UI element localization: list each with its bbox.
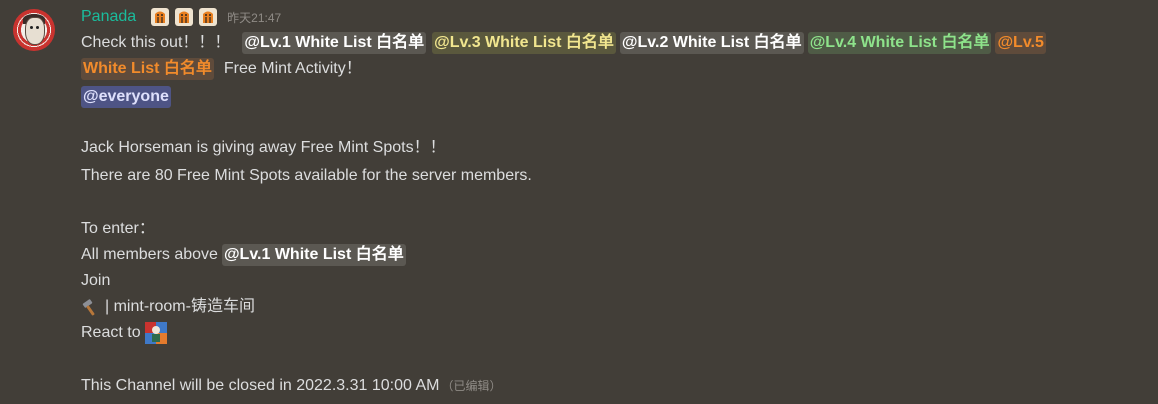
horse-badge-icon[interactable] <box>198 7 218 27</box>
react-line: React to <box>81 322 167 344</box>
react-text: React to <box>81 324 141 341</box>
channel-line: | mint-room-铸造车间 <box>81 296 255 318</box>
role-mention-lv5-part2[interactable]: White List 白名单 <box>81 58 214 80</box>
horse-badge-icon[interactable] <box>150 7 170 27</box>
message-timestamp[interactable]: 昨天21:47 <box>227 9 281 26</box>
user-avatar[interactable] <box>13 9 55 51</box>
message-paragraph-line: Jack Horseman is giving away Free Mint S… <box>81 137 446 159</box>
chat-message: Panada 昨天21:47 Check this out！！！ @Lv.1 W… <box>0 0 1158 404</box>
join-text: Join <box>81 272 111 289</box>
role-mention-lv1[interactable]: @Lv.1 White List 白名单 <box>242 32 427 54</box>
role-mention-lv2[interactable]: @Lv.2 White List 白名单 <box>619 32 804 54</box>
role-mention-lv3[interactable]: @Lv.3 White List 白名单 <box>432 32 616 54</box>
message-line-1: Check this out！！！ @Lv.1 White List 白名单 @… <box>81 32 1046 54</box>
closing-text: This Channel will be closed in 2022.3.31… <box>81 377 440 394</box>
username[interactable]: Panada <box>81 8 136 26</box>
hammer-icon <box>82 299 95 316</box>
custom-emoji-icon[interactable] <box>144 322 167 344</box>
enter-title: To enter： <box>81 218 155 240</box>
avatar-eye <box>36 26 39 29</box>
horse-badge-icon[interactable] <box>174 7 194 27</box>
message-paragraph-line: There are 80 Free Mint Spots available f… <box>81 165 532 187</box>
role-mention-lv4[interactable]: @Lv.4 White List 白名单 <box>807 32 992 54</box>
free-mint-activity-text: Free Mint Activity！ <box>223 60 362 77</box>
message-line-3: @everyone <box>81 86 171 108</box>
members-line: All members above @Lv.1 White List 白名单 <box>81 244 406 266</box>
members-prefix: All members above <box>81 246 218 263</box>
role-mention-lv5-part1[interactable]: @Lv.5 <box>995 32 1046 54</box>
closing-line: This Channel will be closed in 2022.3.31… <box>81 375 501 397</box>
giveaway-line: Jack Horseman is giving away Free Mint S… <box>81 139 446 156</box>
edited-label: （已编辑） <box>441 379 502 393</box>
avatar-eye <box>30 26 33 29</box>
message-header: Panada 昨天21:47 <box>81 5 281 29</box>
spots-line: There are 80 Free Mint Spots available f… <box>81 167 532 184</box>
enter-title-text: To enter： <box>81 220 155 237</box>
avatar-face <box>25 17 45 45</box>
message-line-2: White List 白名单 Free Mint Activity！ <box>81 58 362 80</box>
everyone-mention[interactable]: @everyone <box>81 86 171 108</box>
channel-link[interactable]: | mint-room-铸造车间 <box>105 296 255 318</box>
join-line: Join <box>81 270 110 292</box>
message-intro: Check this out！！！ <box>81 34 231 51</box>
role-mention-lv1-repeat[interactable]: @Lv.1 White List 白名单 <box>221 244 406 266</box>
